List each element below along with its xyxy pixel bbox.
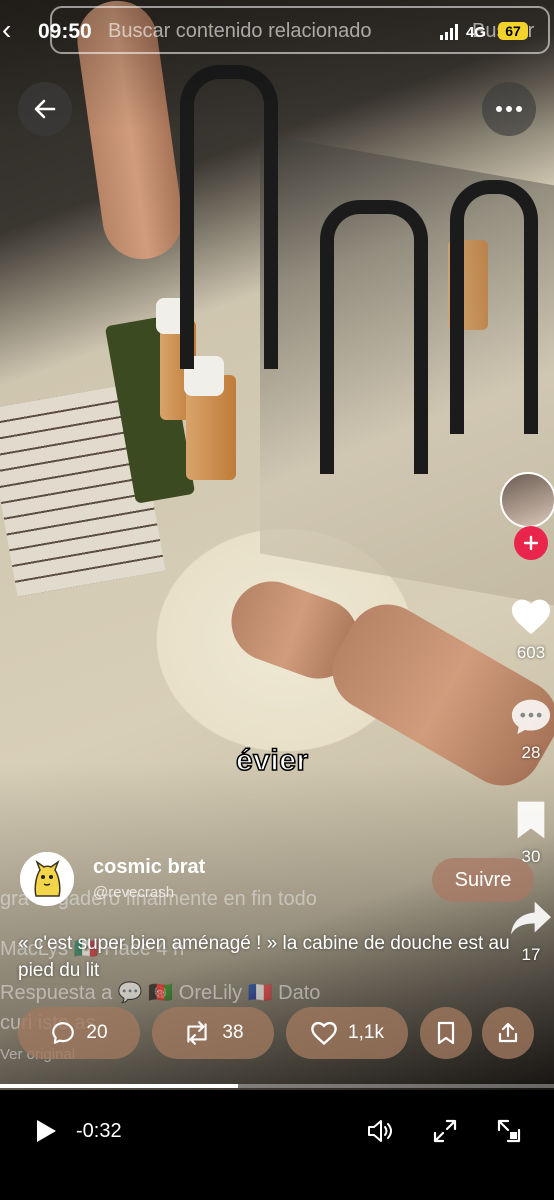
- time-remaining: -0:32: [76, 1120, 122, 1142]
- battery-icon: 67: [498, 22, 528, 40]
- volume-icon[interactable]: [366, 1118, 394, 1144]
- share-upload-icon: [498, 1022, 518, 1043]
- plus-icon: [523, 535, 539, 551]
- cat-avatar-icon: [20, 852, 74, 906]
- like-count: 603: [516, 643, 546, 662]
- picture-in-picture-icon[interactable]: [496, 1118, 522, 1144]
- network-type: 4G: [466, 24, 487, 41]
- avatar[interactable]: [20, 852, 74, 906]
- heart-icon: [511, 599, 551, 635]
- follow-button[interactable]: Suivre: [432, 858, 534, 902]
- video-progress-bar[interactable]: [0, 1084, 554, 1088]
- heart-outline-icon: [311, 1021, 337, 1046]
- creator-avatar[interactable]: [500, 472, 554, 528]
- signal-icon: [440, 24, 458, 40]
- like-count: 1,1k: [348, 1022, 384, 1043]
- play-icon[interactable]: [34, 1118, 58, 1144]
- chevron-left-icon[interactable]: ‹: [2, 14, 11, 46]
- post-description: « c'est super bien aménagé ! » la cabine…: [18, 933, 510, 981]
- video-caption: évier: [235, 743, 309, 778]
- repost-button[interactable]: 38: [152, 1007, 274, 1059]
- like-button[interactable]: 1,1k: [286, 1007, 408, 1059]
- like-action[interactable]: 603: [505, 596, 554, 663]
- video-shade: [0, 0, 554, 1090]
- repost-count: 38: [222, 1022, 244, 1043]
- player-controls: -0:32: [0, 1090, 554, 1200]
- comment-bubble-icon: [511, 699, 551, 735]
- save-action[interactable]: 30: [505, 800, 554, 867]
- user-handle[interactable]: @revecrash: [93, 884, 174, 901]
- more-button[interactable]: [482, 82, 536, 136]
- comment-action[interactable]: 28: [505, 696, 554, 763]
- search-input[interactable]: Buscar contenido relacionado: [108, 20, 372, 43]
- follow-plus-button[interactable]: [514, 526, 548, 560]
- comment-icon: [52, 1022, 75, 1044]
- bookmark-button[interactable]: [420, 1007, 472, 1059]
- back-button[interactable]: [18, 82, 72, 136]
- status-time: 09:50: [38, 20, 92, 43]
- video-progress-fill: [0, 1084, 239, 1088]
- username[interactable]: cosmic brat: [93, 856, 205, 879]
- share-button[interactable]: [482, 1007, 534, 1059]
- repost-icon: [187, 1021, 208, 1045]
- comments-button[interactable]: 20: [18, 1007, 140, 1059]
- fullscreen-icon[interactable]: [432, 1118, 458, 1144]
- comments-count: 20: [86, 1022, 108, 1043]
- video-frame[interactable]: [0, 0, 554, 1090]
- arrow-left-icon: [34, 99, 56, 119]
- bookmark-icon: [517, 801, 545, 839]
- more-dots-icon: [496, 106, 522, 112]
- comment-count: 28: [521, 743, 541, 762]
- bookmark-outline-icon: [437, 1021, 455, 1045]
- status-bar: ‹ 09:50 Buscar contenido relacionado Bus…: [0, 0, 554, 62]
